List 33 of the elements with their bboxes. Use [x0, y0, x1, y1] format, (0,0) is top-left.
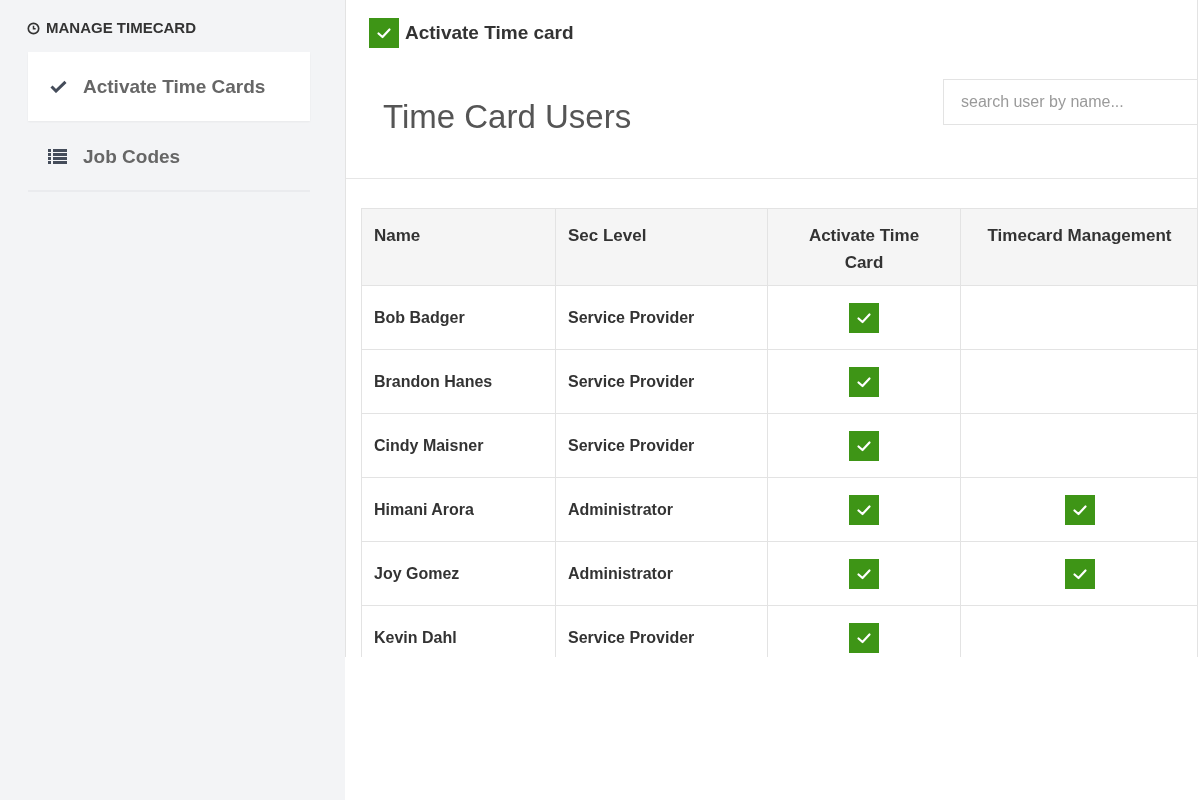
checkbox[interactable]	[1064, 558, 1095, 589]
check-icon	[50, 80, 67, 93]
table-cell: Administrator	[555, 477, 768, 542]
checkbox[interactable]	[849, 302, 879, 333]
column-header: Name	[361, 208, 556, 286]
table-cell: Service Provider	[555, 413, 768, 478]
checkbox[interactable]	[369, 18, 399, 48]
checkbox-label: Activate Time card	[405, 21, 574, 45]
table-cell: Joy Gomez	[361, 541, 556, 606]
sidebar-item[interactable]: Job Codes	[28, 123, 310, 192]
list-icon	[48, 149, 67, 164]
column-header: Activate Time Card	[767, 208, 961, 286]
table-cell: Administrator	[555, 541, 768, 606]
search-field[interactable]: search user by name...	[943, 79, 1197, 125]
table-cell: Kevin Dahl	[361, 605, 556, 657]
checkbox[interactable]	[849, 622, 879, 653]
clock-icon	[27, 21, 40, 35]
table-cell: Service Provider	[555, 285, 768, 350]
sidebar-heading: MANAGE TIMECARD	[46, 19, 196, 37]
checkbox[interactable]	[849, 494, 879, 525]
sidebar-item[interactable]: Activate Time Cards	[28, 52, 310, 121]
checkbox[interactable]	[849, 558, 879, 589]
checkbox[interactable]	[849, 366, 879, 397]
table-cell: Bob Badger	[361, 285, 556, 350]
checkbox[interactable]	[1064, 494, 1095, 525]
column-header: Timecard Management	[960, 208, 1197, 286]
column-header: Sec Level	[555, 208, 768, 286]
table-cell: Himani Arora	[361, 477, 556, 542]
checkbox[interactable]	[849, 430, 879, 461]
table-cell: Brandon Hanes	[361, 349, 556, 414]
table-cell: Service Provider	[555, 349, 768, 414]
table-cell: Cindy Maisner	[361, 413, 556, 478]
page-title: Time Card Users	[383, 98, 632, 136]
